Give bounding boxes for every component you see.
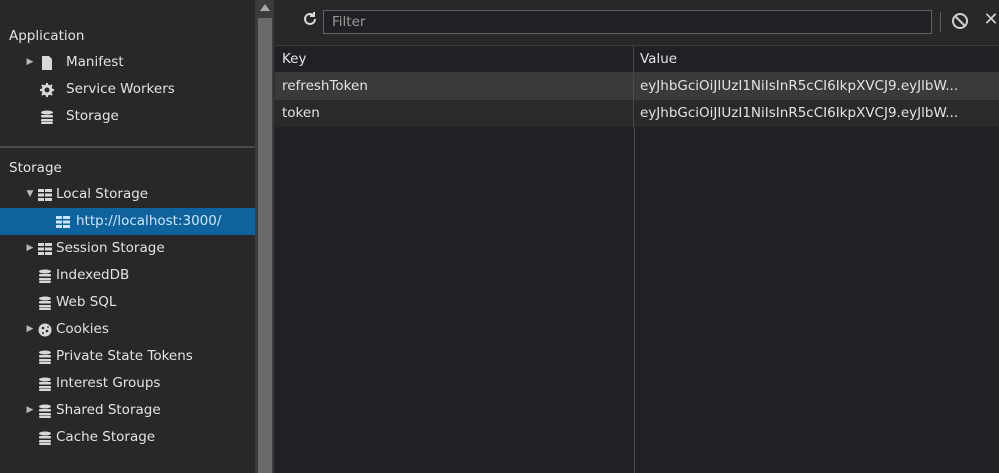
row-key[interactable]: refreshToken bbox=[275, 73, 634, 100]
sidebar-item-web-sql[interactable]: Web SQL bbox=[0, 289, 255, 316]
section-title-storage: Storage bbox=[9, 160, 62, 176]
table-row[interactable]: refreshToken eyJhbGciOiJIUzI1NiIsInR5cCI… bbox=[275, 73, 999, 100]
cookie-icon bbox=[38, 323, 52, 337]
sidebar-item-label: Cookies bbox=[56, 321, 109, 337]
sidebar-item-cookies[interactable]: ▶ Cookies bbox=[0, 316, 255, 343]
chevron-right-icon[interactable]: ▶ bbox=[25, 49, 35, 76]
toolbar: ✕ bbox=[275, 0, 999, 46]
scroll-thumb[interactable] bbox=[258, 18, 272, 473]
sidebar-item-label: Local Storage bbox=[56, 186, 149, 202]
close-icon[interactable]: ✕ bbox=[981, 8, 999, 32]
sidebar-item-label: Session Storage bbox=[56, 240, 165, 256]
row-value[interactable]: eyJhbGciOiJIUzI1NiIsInR5cCI6IkpXVCJ9.eyJ… bbox=[634, 100, 999, 127]
database-icon bbox=[38, 269, 52, 283]
refresh-icon[interactable] bbox=[301, 10, 319, 28]
section-title-application: Application bbox=[9, 28, 85, 44]
database-icon bbox=[38, 431, 52, 445]
block-icon[interactable] bbox=[950, 11, 970, 31]
sidebar-item-label: http://localhost:3000/ bbox=[76, 213, 222, 229]
sidebar-item-storage-overview[interactable]: Storage bbox=[0, 103, 255, 130]
column-divider bbox=[634, 127, 635, 473]
column-header-value[interactable]: Value bbox=[634, 46, 999, 72]
sidebar-scrollbar[interactable] bbox=[255, 0, 275, 473]
devtools-application-panel: Application ▶ Manifest Service Workers S… bbox=[0, 0, 999, 473]
chevron-right-icon[interactable]: ▶ bbox=[25, 235, 35, 262]
sidebar-item-service-workers[interactable]: Service Workers bbox=[0, 76, 255, 103]
sidebar-item-manifest[interactable]: ▶ Manifest bbox=[0, 49, 255, 76]
grid-icon bbox=[38, 188, 52, 202]
table-row[interactable]: token eyJhbGciOiJIUzI1NiIsInR5cCI6IkpXVC… bbox=[275, 100, 999, 127]
sidebar-item-session-storage[interactable]: ▶ Session Storage bbox=[0, 235, 255, 262]
database-icon bbox=[38, 404, 52, 418]
sidebar-item-label: Interest Groups bbox=[56, 375, 161, 391]
sidebar-item-private-state-tokens[interactable]: Private State Tokens bbox=[0, 343, 255, 370]
sidebar-item-indexeddb[interactable]: IndexedDB bbox=[0, 262, 255, 289]
sidebar-item-interest-groups[interactable]: Interest Groups bbox=[0, 370, 255, 397]
sidebar-item-label: Cache Storage bbox=[56, 429, 156, 445]
sidebar-item-cache-storage[interactable]: Cache Storage bbox=[0, 424, 255, 451]
database-icon bbox=[38, 296, 52, 310]
database-icon bbox=[38, 377, 52, 391]
sidebar-item-label: Storage bbox=[66, 108, 119, 124]
sidebar-item-label: Shared Storage bbox=[56, 402, 161, 418]
chevron-down-icon[interactable]: ▼ bbox=[25, 181, 35, 208]
sidebar: Application ▶ Manifest Service Workers S… bbox=[0, 0, 255, 473]
toolbar-separator bbox=[940, 12, 941, 32]
sidebar-item-label: Web SQL bbox=[56, 294, 117, 310]
sidebar-item-label: Manifest bbox=[66, 54, 124, 70]
sidebar-item-label: Private State Tokens bbox=[56, 348, 193, 364]
database-icon bbox=[38, 350, 52, 364]
table-header: Key Value bbox=[275, 46, 999, 73]
filter-input[interactable] bbox=[332, 11, 922, 33]
chevron-right-icon[interactable]: ▶ bbox=[25, 397, 35, 424]
grid-icon bbox=[56, 215, 70, 229]
chevron-right-icon[interactable]: ▶ bbox=[25, 316, 35, 343]
sidebar-item-label: IndexedDB bbox=[56, 267, 130, 283]
column-header-key[interactable]: Key bbox=[275, 46, 634, 72]
document-icon bbox=[40, 56, 54, 70]
section-divider bbox=[0, 146, 255, 148]
gear-icon bbox=[40, 83, 54, 97]
row-value[interactable]: eyJhbGciOiJIUzI1NiIsInR5cCI6IkpXVCJ9.eyJ… bbox=[634, 73, 999, 100]
sidebar-item-localhost-3000[interactable]: http://localhost:3000/ bbox=[0, 208, 255, 235]
grid-icon bbox=[38, 242, 52, 256]
sidebar-item-shared-storage[interactable]: ▶ Shared Storage bbox=[0, 397, 255, 424]
row-key[interactable]: token bbox=[275, 100, 634, 127]
filter-box[interactable] bbox=[323, 10, 932, 34]
storage-main-panel: ✕ Key Value refreshToken eyJhbGciOiJIUzI… bbox=[275, 0, 999, 473]
storage-table: Key Value refreshToken eyJhbGciOiJIUzI1N… bbox=[275, 46, 999, 473]
scroll-up-arrow-icon[interactable] bbox=[260, 4, 270, 11]
sidebar-item-label: Service Workers bbox=[66, 81, 175, 97]
sidebar-item-local-storage[interactable]: ▼ Local Storage bbox=[0, 181, 255, 208]
database-icon bbox=[40, 110, 54, 124]
